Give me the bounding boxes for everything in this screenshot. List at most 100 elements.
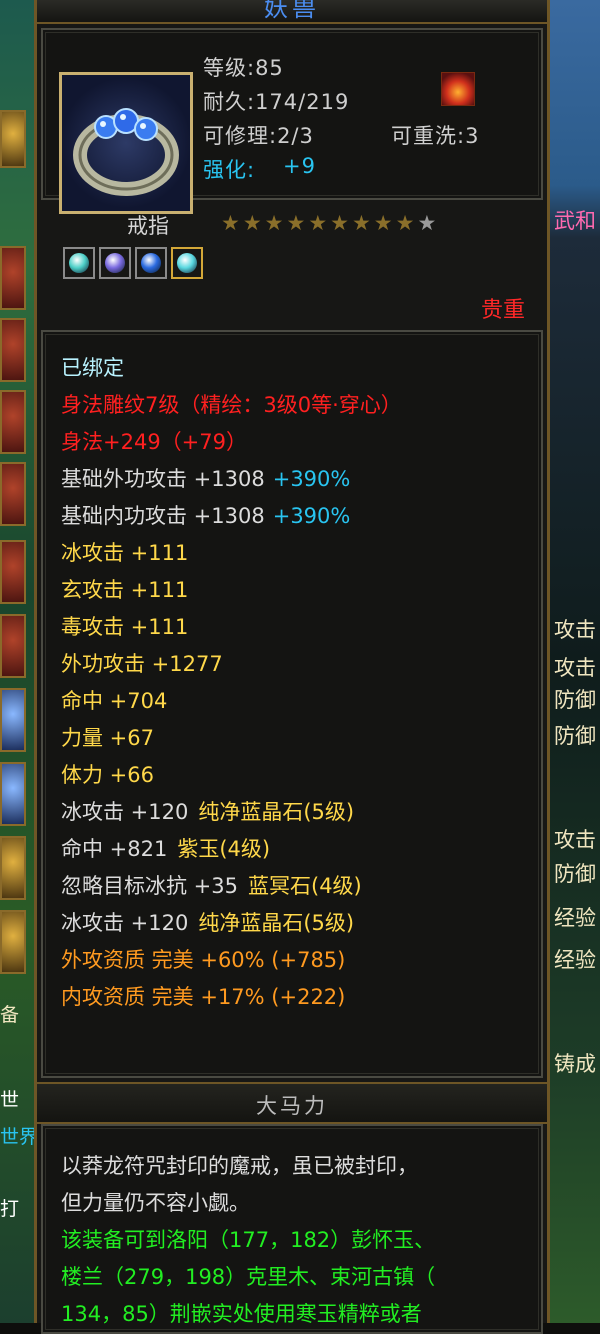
background-right-strip: 武和 攻击 攻击 防御 防御 攻击 防御 经验 经验 铸成 bbox=[546, 0, 600, 1323]
attribute-text: 力量 +67 bbox=[61, 726, 154, 750]
equipment-slot[interactable] bbox=[0, 836, 26, 900]
attribute-text: 毒攻击 +111 bbox=[61, 615, 189, 639]
star-filled-icon: ★ bbox=[373, 211, 393, 235]
item-header-box: 等级:85 耐久:174/219 可修理:2/3 可重洗:3 强化: +9 bbox=[41, 28, 543, 214]
bg-left-text: 备 bbox=[0, 1004, 20, 1026]
attribute-line: 命中 +821 紫玉(4级) bbox=[61, 839, 270, 860]
attribute-gem-name: 紫玉(4级) bbox=[177, 837, 271, 861]
equipment-slot[interactable] bbox=[0, 762, 26, 826]
item-icon-frame bbox=[59, 72, 193, 214]
attribute-percent: +390% bbox=[272, 504, 351, 528]
tooltip-title-bar: 妖兽 bbox=[37, 0, 547, 24]
bg-left-text: 世界 bbox=[0, 1126, 39, 1148]
attribute-line: 已绑定 bbox=[61, 358, 124, 379]
attribute-text: 命中 +704 bbox=[61, 689, 168, 713]
item-type: 戒指 bbox=[127, 214, 169, 238]
attribute-text: 忽略目标冰抗 +35 bbox=[61, 874, 238, 898]
attribute-line: 内攻资质 完美 +17% (+222) bbox=[61, 987, 345, 1008]
equipment-slot[interactable] bbox=[0, 318, 26, 382]
attribute-text: 命中 +821 bbox=[61, 837, 168, 861]
ring-with-blue-gems-icon bbox=[73, 108, 179, 196]
bg-right-text: 攻击 bbox=[554, 618, 596, 642]
star-filled-icon: ★ bbox=[221, 211, 240, 235]
attribute-line: 玄攻击 +111 bbox=[61, 580, 188, 601]
bg-right-text: 经验 bbox=[554, 906, 596, 930]
equipment-slot[interactable] bbox=[0, 540, 26, 604]
item-enhance-label: 强化: bbox=[203, 158, 256, 182]
star-filled-icon: ★ bbox=[330, 211, 349, 235]
description-line: 134，85）荆嵌实处使用寒玉精粹或者 bbox=[61, 1302, 422, 1326]
bg-right-text: 防御 bbox=[554, 724, 596, 748]
blue-crystal-gem-icon[interactable] bbox=[171, 247, 203, 279]
gem-core bbox=[69, 253, 89, 273]
item-durability: 耐久:174/219 bbox=[203, 90, 350, 114]
gem-core bbox=[141, 253, 161, 273]
equipment-slot[interactable] bbox=[0, 110, 26, 168]
attribute-line: 力量 +67 bbox=[61, 728, 154, 749]
attribute-text: 外攻资质 完美 +60% (+785) bbox=[61, 948, 346, 972]
blue-stone-gem-icon[interactable] bbox=[135, 247, 167, 279]
attribute-line: 身法+249（+79） bbox=[61, 432, 247, 453]
tooltip-title: 妖兽 bbox=[264, 0, 320, 22]
attribute-text: 基础外功攻击 +1308 bbox=[61, 467, 265, 491]
attribute-line: 冰攻击 +120 纯净蓝晶石(5级) bbox=[61, 802, 354, 823]
gem-core bbox=[105, 253, 125, 273]
equipment-slot[interactable] bbox=[0, 910, 26, 974]
attribute-text: 基础内功攻击 +1308 bbox=[61, 504, 265, 528]
bg-right-text: 攻击 bbox=[554, 828, 596, 852]
attribute-line: 外攻资质 完美 +60% (+785) bbox=[61, 950, 345, 971]
fire-element-icon bbox=[441, 72, 475, 106]
description-box: 以莽龙符咒封印的魔戒，虽已被封印， 但力量仍不容小觑。 该装备可到洛阳（177，… bbox=[41, 1124, 543, 1334]
bg-left-text: 打 bbox=[0, 1198, 20, 1220]
purple-jade-gem-icon[interactable] bbox=[99, 247, 131, 279]
description-line: 但力量仍不容小觑。 bbox=[61, 1191, 250, 1215]
star-filled-icon: ★ bbox=[286, 211, 306, 235]
attribute-text: 外功攻击 +1277 bbox=[61, 652, 223, 676]
attribute-gem-name: 纯净蓝晶石(5级) bbox=[198, 800, 355, 824]
equipment-slot[interactable] bbox=[0, 688, 26, 752]
equipment-slot[interactable] bbox=[0, 390, 26, 454]
attribute-gem-name: 纯净蓝晶石(5级) bbox=[198, 911, 355, 935]
description-line: 楼兰（279，198）克里木、束河古镇（ bbox=[61, 1265, 436, 1289]
bg-left-text: 世 bbox=[0, 1089, 20, 1111]
attribute-line: 毒攻击 +111 bbox=[61, 617, 188, 638]
equipment-slot[interactable] bbox=[0, 614, 26, 678]
attribute-line: 基础内功攻击 +1308 +390% bbox=[61, 506, 350, 527]
attribute-text: 冰攻击 +120 bbox=[61, 911, 189, 935]
attribute-text: 身法+249（+79） bbox=[61, 430, 247, 454]
item-tooltip-panel: 妖兽 等级:85 耐久:174/219 可修理:2/3 可重洗:3 强化: +9… bbox=[34, 0, 550, 1334]
attribute-gem-name: 蓝冥石(4级) bbox=[248, 874, 362, 898]
star-filled-icon: ★ bbox=[308, 211, 328, 235]
item-enhance-value: +9 bbox=[283, 154, 316, 178]
bg-right-text: 经验 bbox=[554, 948, 596, 972]
attribute-text: 体力 +66 bbox=[61, 763, 154, 787]
attribute-text: 冰攻击 +120 bbox=[61, 800, 189, 824]
attribute-line: 命中 +704 bbox=[61, 691, 167, 712]
equipment-slot[interactable] bbox=[0, 462, 26, 526]
attribute-line: 体力 +66 bbox=[61, 765, 154, 786]
attribute-text: 冰攻击 +111 bbox=[61, 541, 189, 565]
attribute-line: 基础外功攻击 +1308 +390% bbox=[61, 469, 350, 490]
bg-right-text: 攻击 bbox=[554, 656, 596, 680]
star-filled-icon: ★ bbox=[242, 211, 262, 235]
equipment-slot[interactable] bbox=[0, 246, 26, 310]
set-name-bar: 大马力 bbox=[37, 1082, 547, 1124]
attribute-line: 忽略目标冰抗 +35 蓝冥石(4级) bbox=[61, 876, 362, 897]
socketed-gems bbox=[63, 247, 203, 279]
attribute-text: 内攻资质 完美 +17% (+222) bbox=[61, 985, 346, 1009]
bg-right-text: 防御 bbox=[554, 688, 596, 712]
star-empty-icon: ★ bbox=[417, 211, 437, 235]
blue-crystal-gem-icon[interactable] bbox=[63, 247, 95, 279]
star-filled-icon: ★ bbox=[264, 211, 284, 235]
attribute-line: 外功攻击 +1277 bbox=[61, 654, 223, 675]
description-line: 以莽龙符咒封印的魔戒，虽已被封印， bbox=[61, 1154, 418, 1178]
attribute-text: 玄攻击 +111 bbox=[61, 578, 189, 602]
attribute-percent: +390% bbox=[272, 467, 351, 491]
gem-core bbox=[177, 253, 197, 273]
bg-right-text: 防御 bbox=[554, 862, 596, 886]
attribute-text: 身法雕纹7级（精绘：3级0等·穿心） bbox=[61, 393, 402, 417]
attribute-line: 冰攻击 +120 纯净蓝晶石(5级) bbox=[61, 913, 354, 934]
attributes-box: 已绑定身法雕纹7级（精绘：3级0等·穿心） 身法+249（+79） 基础外功攻击 +… bbox=[41, 330, 543, 1078]
attribute-line: 冰攻击 +111 bbox=[61, 543, 188, 564]
set-name: 大马力 bbox=[256, 1094, 328, 1118]
